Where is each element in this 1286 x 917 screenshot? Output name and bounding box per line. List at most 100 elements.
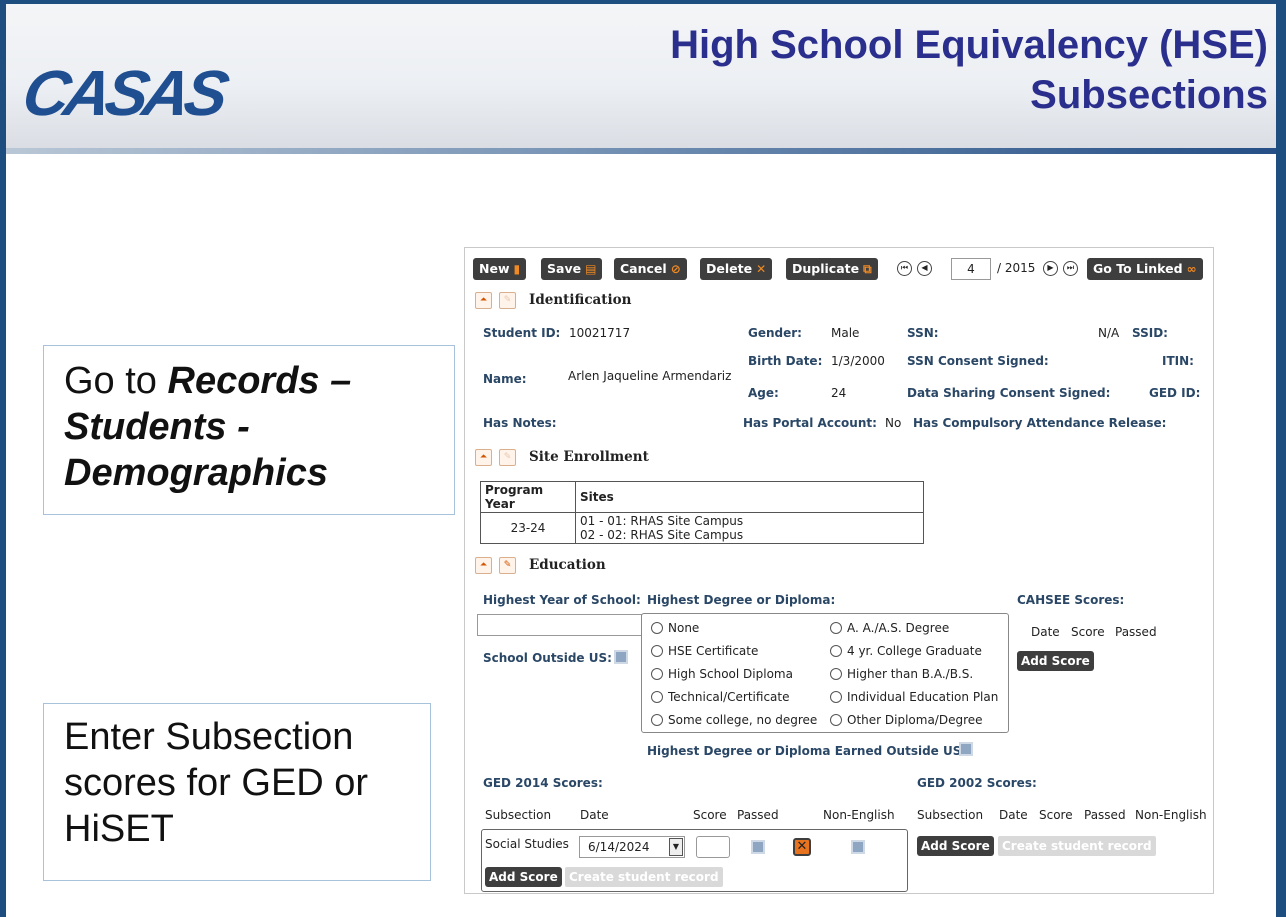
radio-hse-certificate[interactable]: HSE Certificate xyxy=(651,644,758,658)
edit-pencil-icon[interactable]: ✎ xyxy=(499,449,516,466)
radio-circle xyxy=(651,622,663,634)
radio-other-diploma[interactable]: Other Diploma/Degree xyxy=(830,713,983,727)
gender-value: Male xyxy=(831,326,860,340)
callout-line-2: scores for GED or xyxy=(64,762,369,804)
cancel-button[interactable]: Cancel ⊘ xyxy=(614,258,687,280)
age-label: Age: xyxy=(748,386,779,400)
portal-account-label: Has Portal Account: xyxy=(743,416,877,430)
go-to-linked-button[interactable]: Go To Linked ∞ xyxy=(1087,258,1203,280)
radio-label: High School Diploma xyxy=(668,667,793,681)
delete-button[interactable]: Delete ✕ xyxy=(700,258,773,280)
radio-circle xyxy=(830,645,842,657)
first-record-icon[interactable]: ⏮ xyxy=(897,261,912,276)
table-header-row: Program Year Sites xyxy=(480,481,924,513)
radio-circle xyxy=(830,691,842,703)
radio-circle xyxy=(830,714,842,726)
save-label: Save xyxy=(547,261,582,276)
program-year-header: Program Year xyxy=(480,481,576,513)
ged2002-title: GED 2002 Scores: xyxy=(917,776,1037,790)
chevron-down-icon[interactable]: ▼ xyxy=(669,838,683,856)
radio-iep[interactable]: Individual Education Plan xyxy=(830,690,998,704)
collapse-icon[interactable]: ⏶ xyxy=(475,449,492,466)
record-total: / 2015 xyxy=(997,261,1036,275)
collapse-icon[interactable]: ⏶ xyxy=(475,557,492,574)
radio-label: 4 yr. College Graduate xyxy=(847,644,982,658)
ged2014-score-col: Score xyxy=(693,808,727,822)
radio-none[interactable]: None xyxy=(651,621,699,635)
casas-logo: CASAS xyxy=(17,57,230,129)
radio-aa-degree[interactable]: A. A./A.S. Degree xyxy=(830,621,949,635)
prev-record-icon[interactable]: ◀ xyxy=(917,261,932,276)
degree-outside-checkbox[interactable] xyxy=(959,742,973,756)
last-record-icon[interactable]: ⏭ xyxy=(1063,261,1078,276)
ged2014-create-record-button[interactable]: Create student record xyxy=(565,867,723,887)
ged-id-label: GED ID: xyxy=(1149,386,1201,400)
table-row: 23-24 01 - 01: RHAS Site Campus 02 - 02:… xyxy=(480,512,924,544)
site-enrollment-title: Site Enrollment xyxy=(529,449,649,465)
ged2002-subsection-col: Subsection xyxy=(917,808,984,822)
site-enrollment-table: Program Year Sites 23-24 01 - 01: RHAS S… xyxy=(480,481,924,544)
identification-title: Identification xyxy=(529,292,632,308)
slide-title: High School Equivalency (HSE) Subsection… xyxy=(508,20,1268,120)
highest-year-label: Highest Year of School: xyxy=(483,593,641,607)
new-button[interactable]: New ▮ xyxy=(473,258,527,280)
ged2014-date-select[interactable]: 6/14/2024 ▼ xyxy=(579,836,685,858)
ged2014-passed-checkbox[interactable] xyxy=(751,840,765,854)
ged2014-score-input[interactable] xyxy=(696,836,730,858)
ged2002-add-score-button[interactable]: Add Score xyxy=(917,836,994,856)
radio-some-college[interactable]: Some college, no degree xyxy=(651,713,817,727)
radio-high-school-diploma[interactable]: High School Diploma xyxy=(651,667,793,681)
student-id-label: Student ID: xyxy=(483,326,561,340)
ged2014-add-score-button[interactable]: Add Score xyxy=(485,867,562,887)
portal-account-value: No xyxy=(885,416,902,430)
edit-pencil-icon[interactable]: ✎ xyxy=(499,292,516,309)
ssn-label: SSN: xyxy=(907,326,939,340)
radio-label: Some college, no degree xyxy=(668,713,818,727)
education-title: Education xyxy=(529,557,606,573)
cahsee-date-col: Date xyxy=(1031,625,1060,639)
duplicate-button[interactable]: Duplicate ⧉ xyxy=(786,258,878,280)
itin-label: ITIN: xyxy=(1162,354,1194,368)
ged2014-subsection-value: Social Studies xyxy=(485,837,569,851)
ged2014-passed-col: Passed xyxy=(737,808,779,822)
save-button[interactable]: Save ▤ xyxy=(541,258,603,280)
ged2014-nonenglish-checkbox[interactable] xyxy=(851,840,865,854)
ged2014-subsection-col: Subsection xyxy=(485,808,552,822)
radio-label: Technical/Certificate xyxy=(668,690,790,704)
compulsory-attendance-label: Has Compulsory Attendance Release: xyxy=(913,416,1167,430)
ssn-consent-label: SSN Consent Signed: xyxy=(907,354,1049,368)
callout-prefix: Go to xyxy=(64,360,168,402)
degree-outside-label: Highest Degree or Diploma Earned Outside… xyxy=(647,744,967,758)
cahsee-add-score-button[interactable]: Add Score xyxy=(1017,651,1094,671)
radio-label: Higher than B.A./B.S. xyxy=(847,667,974,681)
radio-circle xyxy=(651,714,663,726)
radio-circle xyxy=(830,668,842,680)
highest-degree-label: Highest Degree or Diploma: xyxy=(647,593,836,607)
radio-college-graduate[interactable]: 4 yr. College Graduate xyxy=(830,644,982,658)
callout-demographics: Demographics xyxy=(64,452,328,494)
radio-technical-certificate[interactable]: Technical/Certificate xyxy=(651,690,789,704)
ged2014-title: GED 2014 Scores: xyxy=(483,776,603,790)
collapse-icon[interactable]: ⏶ xyxy=(475,292,492,309)
radio-higher-than-ba[interactable]: Higher than B.A./B.S. xyxy=(830,667,973,681)
radio-circle xyxy=(651,691,663,703)
callout-navigation: Go to Records – Students - Demographics xyxy=(43,345,455,515)
ged2002-date-col: Date xyxy=(999,808,1028,822)
remove-score-icon[interactable]: ✕ xyxy=(793,838,811,856)
radio-circle xyxy=(651,668,663,680)
title-line-2: Subsections xyxy=(1030,73,1268,117)
edit-pencil-icon[interactable]: ✎ xyxy=(499,557,516,574)
name-label: Name: xyxy=(483,372,527,386)
school-outside-checkbox[interactable] xyxy=(614,650,628,664)
callout-instructions: Enter Subsection scores for GED or HiSET xyxy=(43,703,431,881)
radio-label: HSE Certificate xyxy=(668,644,759,658)
ged2014-date-col: Date xyxy=(580,808,609,822)
record-number-input[interactable]: 4 xyxy=(951,258,991,280)
title-line-1: High School Equivalency (HSE) xyxy=(670,23,1268,67)
next-record-icon[interactable]: ▶ xyxy=(1043,261,1058,276)
school-outside-label: School Outside US: xyxy=(483,651,612,665)
highest-year-input[interactable] xyxy=(477,614,642,636)
ged2002-create-record-button[interactable]: Create student record xyxy=(998,836,1156,856)
radio-circle xyxy=(830,622,842,634)
cahsee-score-col: Score xyxy=(1071,625,1105,639)
